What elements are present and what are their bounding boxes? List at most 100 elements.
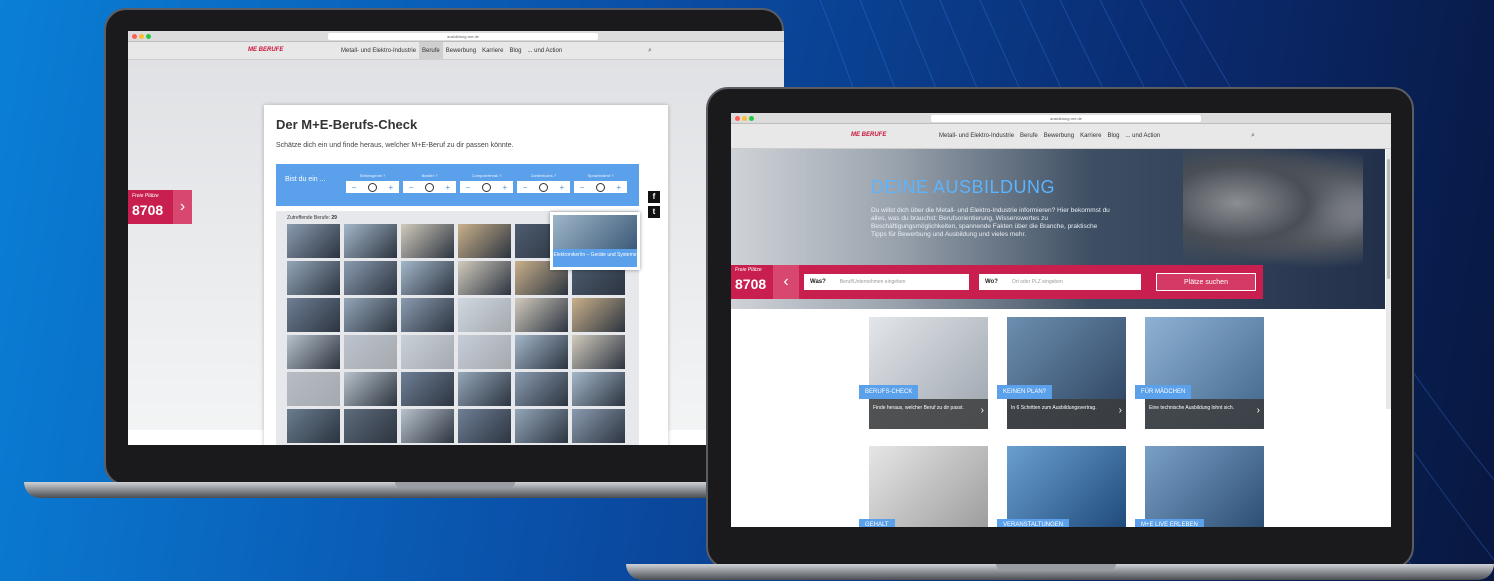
nav-item-karriere[interactable]: Karriere	[479, 42, 506, 60]
career-tile[interactable]	[344, 298, 397, 332]
filter-intro: Bist du ein ...	[285, 176, 326, 183]
smiley-icon	[367, 182, 377, 192]
career-tile[interactable]	[458, 335, 511, 369]
smiley-icon	[538, 182, 548, 192]
career-tile[interactable]	[458, 261, 511, 295]
search-icon[interactable]: ⌕	[648, 47, 652, 55]
nav-item-bewerbung[interactable]: Bewerbung	[1041, 124, 1077, 149]
nav-item-karriere[interactable]: Karriere	[1077, 124, 1104, 149]
url-bar[interactable]: ausbildung-me.de	[328, 33, 598, 40]
nav-item-berufe[interactable]: Berufe	[1017, 124, 1041, 149]
smiley-icon	[481, 182, 491, 192]
card-desc: Finde heraus, welcher Beruf zu dir passt…	[869, 399, 988, 429]
browser-chrome: ausbildung-me.de	[128, 31, 784, 42]
hero-title: DEINE AUSBILDUNG	[871, 177, 1056, 197]
career-tile[interactable]	[287, 335, 340, 369]
scrollbar[interactable]	[1386, 149, 1391, 409]
career-tile[interactable]	[515, 298, 568, 332]
career-tile[interactable]	[572, 409, 625, 443]
card-label: VERANSTALTUNGEN	[997, 519, 1070, 527]
career-tile[interactable]	[572, 335, 625, 369]
career-tile[interactable]	[344, 409, 397, 443]
minus-button[interactable]: −	[409, 183, 414, 192]
search-bar: Freie Plätze 8708 ‹ Was? Beruf/Unternehme…	[731, 265, 1263, 299]
logo[interactable]: ME BERUFE	[248, 47, 283, 53]
result-count: Zutreffende Berufe: 29	[287, 215, 337, 221]
free-places-count: 8708	[735, 276, 767, 292]
card-berufs-check[interactable]: BERUFS-CHECK Finde heraus, welcher Beruf…	[859, 317, 988, 429]
minus-button[interactable]: −	[466, 183, 471, 192]
career-tile[interactable]	[401, 335, 454, 369]
url-bar[interactable]: ausbildung-me.de	[931, 115, 1201, 122]
plus-button[interactable]: +	[503, 183, 508, 192]
career-tile[interactable]	[458, 224, 511, 258]
chevron-left-icon[interactable]: ‹	[773, 265, 799, 299]
card-desc: Eine technische Ausbildung lohnt sich.	[1145, 399, 1264, 429]
right-laptop: ausbildung-me.de ME BERUFE Metall- und E…	[620, 80, 1494, 581]
career-tile[interactable]	[515, 409, 568, 443]
career-tile[interactable]	[515, 335, 568, 369]
nav-item-berufe[interactable]: Berufe	[419, 42, 443, 60]
career-tile[interactable]	[572, 298, 625, 332]
career-tile[interactable]	[287, 224, 340, 258]
career-tile[interactable]	[515, 372, 568, 406]
career-tile[interactable]	[458, 298, 511, 332]
career-tile[interactable]	[287, 372, 340, 406]
career-tile[interactable]	[458, 409, 511, 443]
career-tile[interactable]	[344, 224, 397, 258]
nav-item-industrie[interactable]: Metall- und Elektro-Industrie	[936, 124, 1017, 149]
card-keinen-plan[interactable]: KEINEN PLAN? In 6 Schritten zum Ausbildu…	[997, 317, 1126, 429]
career-tile[interactable]	[401, 224, 454, 258]
minus-button[interactable]: −	[352, 183, 357, 192]
nav-item-industrie[interactable]: Metall- und Elektro-Industrie	[338, 42, 419, 60]
career-tile[interactable]	[401, 298, 454, 332]
chevron-right-icon[interactable]: ›	[173, 190, 192, 224]
card-veranstaltungen[interactable]: VERANSTALTUNGEN	[997, 446, 1126, 527]
main-nav: ME BERUFE Metall- und Elektro-Industrie …	[731, 124, 1391, 149]
career-tile[interactable]	[401, 372, 454, 406]
career-tile[interactable]	[572, 372, 625, 406]
career-tile[interactable]	[287, 298, 340, 332]
berufs-check-card: Der M+E-Berufs-Check Schätze dich ein un…	[264, 105, 668, 445]
wo-input[interactable]: Wo? Ort oder PLZ eingeben	[979, 274, 1141, 290]
card-label: M+E LIVE ERLEBEN	[1135, 519, 1204, 527]
hero-text: Du willst dich über die Metall- und Elek…	[871, 207, 1110, 238]
career-tile[interactable]	[344, 335, 397, 369]
search-icon[interactable]: ⌕	[1251, 132, 1255, 140]
smiley-icon	[595, 182, 605, 192]
plus-button[interactable]: +	[389, 183, 394, 192]
card-label: FÜR MÄDCHEN	[1135, 385, 1192, 399]
plus-button[interactable]: +	[560, 183, 565, 192]
nav-item-action[interactable]: ... und Action	[524, 42, 565, 60]
career-tile[interactable]	[344, 261, 397, 295]
career-tile[interactable]	[401, 261, 454, 295]
page-title: Der M+E-Berufs-Check	[276, 117, 418, 132]
career-tile[interactable]	[287, 409, 340, 443]
chevron-right-icon: ›	[980, 405, 984, 416]
was-input[interactable]: Was? Beruf/Unternehmen eingeben	[804, 274, 969, 290]
main-nav: ME BERUFE Metall- und Elektro-Industrie …	[128, 42, 784, 60]
filter-computerfreak: Computerfreak ? − +	[460, 173, 513, 193]
minus-button[interactable]: −	[580, 183, 585, 192]
career-tile[interactable]	[458, 372, 511, 406]
logo[interactable]: ME BERUFE	[851, 132, 886, 138]
card-label: BERUFS-CHECK	[859, 385, 919, 399]
filter-zahlenfuchs: Zahlenfuchs ? − +	[517, 173, 570, 193]
nav-item-action[interactable]: ... und Action	[1122, 124, 1163, 149]
card-gehalt[interactable]: GEHALT	[859, 446, 988, 527]
free-places-badge[interactable]: Freie Plätze 8708 ›	[128, 190, 192, 224]
card-desc: In 6 Schritten zum Ausbildungsvertrag.	[1007, 399, 1126, 429]
career-tile[interactable]	[401, 409, 454, 443]
nav-item-bewerbung[interactable]: Bewerbung	[443, 42, 479, 60]
plus-button[interactable]: +	[446, 183, 451, 192]
browser-chrome: ausbildung-me.de	[731, 113, 1391, 124]
search-places-button[interactable]: Plätze suchen	[1156, 273, 1256, 291]
nav-item-blog[interactable]: Blog	[506, 42, 524, 60]
career-tile[interactable]	[287, 261, 340, 295]
nav-item-blog[interactable]: Blog	[1104, 124, 1122, 149]
career-tile[interactable]	[344, 372, 397, 406]
card-fuer-maedchen[interactable]: FÜR MÄDCHEN Eine technische Ausbildung l…	[1135, 317, 1264, 429]
card-me-live[interactable]: M+E LIVE ERLEBEN	[1135, 446, 1264, 527]
minus-button[interactable]: −	[523, 183, 528, 192]
hero-photo	[1183, 149, 1363, 269]
